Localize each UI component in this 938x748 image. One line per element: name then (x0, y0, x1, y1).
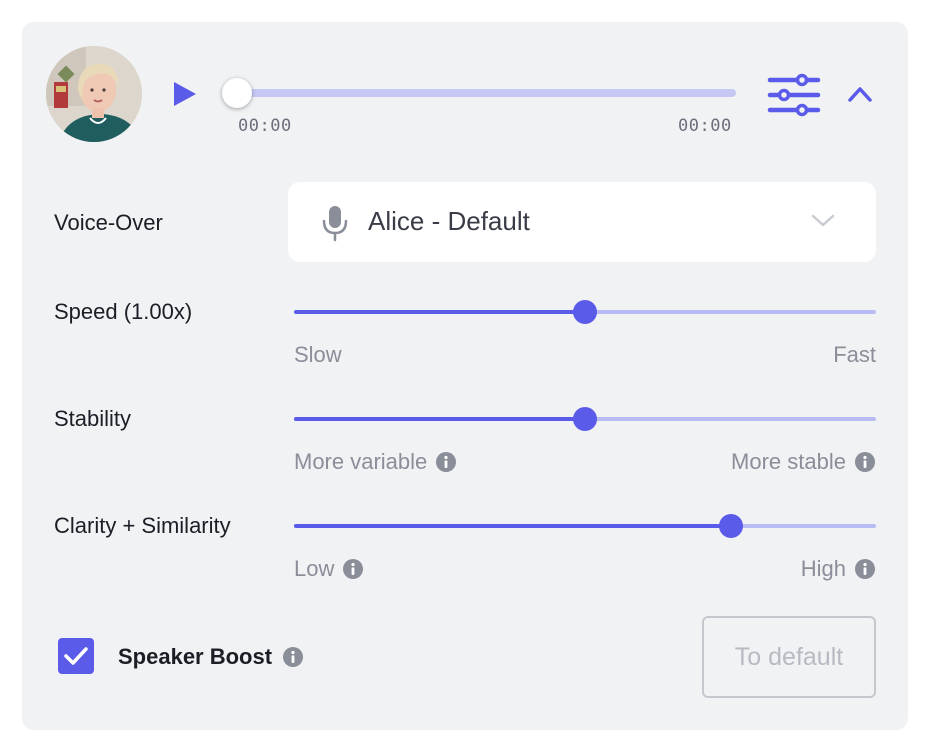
clarity-slider[interactable] (294, 514, 876, 538)
speaker-boost-checkbox[interactable] (58, 638, 94, 674)
clarity-max-text: High (800, 556, 846, 581)
speed-slider-fill (294, 310, 585, 314)
clarity-slider-fill (294, 524, 731, 528)
play-icon (174, 82, 196, 106)
info-icon[interactable] (282, 646, 304, 668)
playback-track[interactable] (238, 89, 736, 97)
speed-slider[interactable] (294, 300, 876, 324)
settings-button[interactable] (764, 70, 824, 120)
voice-over-label: Voice-Over (54, 210, 163, 235)
total-time: 00:00 (678, 116, 732, 136)
speed-min-text: Slow (294, 342, 342, 367)
info-icon[interactable] (342, 558, 364, 580)
info-icon[interactable] (435, 451, 457, 473)
to-default-button[interactable]: To default (702, 616, 876, 698)
info-icon[interactable] (854, 558, 876, 580)
info-icon[interactable] (854, 451, 876, 473)
stability-label: Stability (54, 406, 132, 431)
speaker-boost-label: Speaker Boost (118, 644, 304, 670)
speaker-boost-text: Speaker Boost (118, 644, 273, 669)
checkmark-icon (64, 647, 88, 665)
speed-slider-thumb[interactable] (573, 300, 597, 324)
microphone-icon (322, 206, 348, 242)
clarity-max-label: High (801, 556, 876, 582)
speed-max-text: Fast (833, 342, 876, 367)
clarity-label: Clarity + Similarity (54, 513, 231, 538)
stability-max-text: More stable (731, 449, 846, 474)
collapse-button[interactable] (842, 76, 878, 112)
play-button[interactable] (172, 80, 198, 108)
chevron-up-icon (848, 87, 872, 102)
sliders-icon (767, 73, 821, 117)
clarity-min-text: Low (294, 556, 335, 581)
stability-slider[interactable] (294, 407, 876, 431)
speed-label: Speed (1.00x) (54, 299, 193, 324)
speed-min-label: Slow (294, 342, 342, 368)
playback-scrubber-handle[interactable] (222, 78, 252, 108)
chevron-down-icon (811, 214, 835, 227)
stability-min-label: More variable (294, 449, 457, 475)
voice-avatar (46, 46, 142, 142)
stability-max-label: More stable (731, 449, 876, 475)
clarity-slider-thumb[interactable] (718, 514, 743, 538)
voice-over-select[interactable]: Alice - Default (288, 182, 876, 262)
current-time: 00:00 (238, 116, 292, 136)
stability-slider-fill (294, 417, 585, 421)
speed-max-label: Fast (833, 342, 876, 368)
stability-min-text: More variable (294, 449, 428, 474)
clarity-min-label: Low (294, 556, 364, 582)
avatar-portrait (46, 46, 142, 142)
stability-slider-thumb[interactable] (573, 407, 597, 431)
voice-over-selected-value: Alice - Default (368, 206, 530, 236)
